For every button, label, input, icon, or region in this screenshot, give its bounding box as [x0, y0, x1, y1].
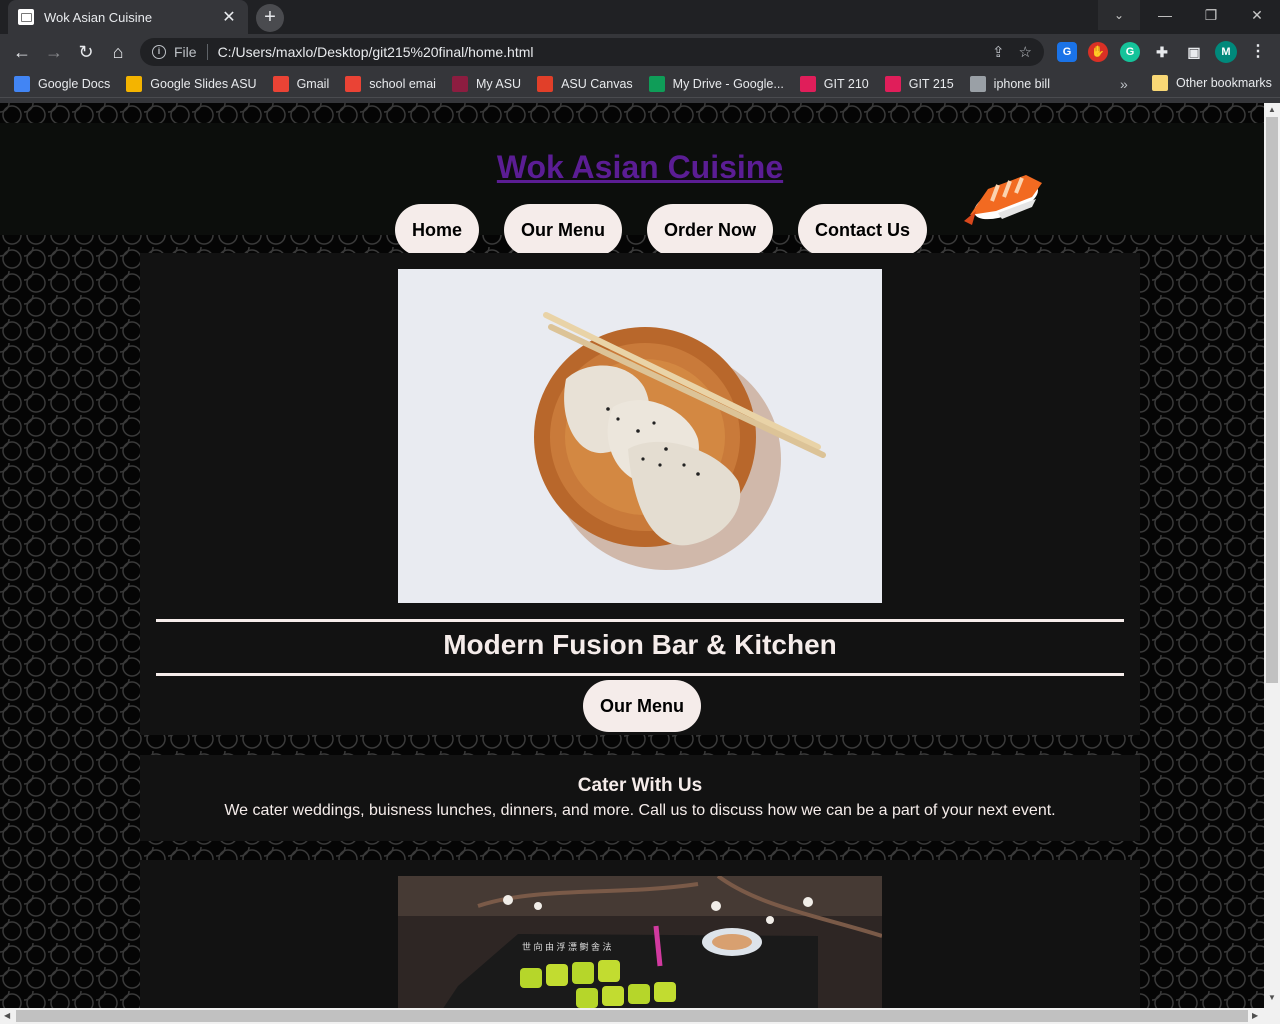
nav-contact-us-button[interactable]: Contact Us — [798, 204, 928, 256]
tab-strip: Wok Asian Cuisine ✕ + ⌄ — ❐ ✕ — [0, 0, 1280, 34]
main-nav: Home Our Menu Order Now Contact Us — [0, 204, 1264, 256]
bookmark-item[interactable]: My ASU — [451, 75, 522, 92]
google-docs-icon — [14, 75, 30, 92]
divider-bottom — [156, 673, 1124, 676]
bookmark-item[interactable]: GIT 215 — [884, 75, 954, 92]
bookmarks-bar: Google Docs Google Slides ASU Gmail school … — [0, 70, 1280, 98]
cater-description: We cater weddings, buisness lunches, din… — [224, 802, 1056, 819]
bookmark-item[interactable]: Gmail — [272, 75, 330, 92]
bookmark-label: school emai — [369, 76, 436, 91]
url-text[interactable]: C:/Users/maxlo/Desktop/git215%20final/ho… — [218, 44, 978, 60]
site-info-icon[interactable]: i — [152, 45, 166, 59]
scroll-up-arrow-icon[interactable]: ▲ — [1268, 105, 1276, 114]
divider-top — [156, 619, 1124, 622]
scroll-down-arrow-icon[interactable]: ▼ — [1268, 993, 1276, 1002]
vertical-scrollbar[interactable]: ▲ ▼ — [1264, 103, 1280, 1008]
address-divider — [206, 44, 208, 60]
asu-icon — [451, 75, 468, 92]
bookmark-item[interactable]: Google Docs — [14, 75, 111, 92]
sushi-logo-icon — [964, 175, 1042, 225]
close-tab-icon[interactable]: ✕ — [220, 7, 238, 27]
horizontal-scroll-thumb[interactable] — [16, 1010, 1248, 1022]
bookmark-label: Google Docs — [38, 76, 111, 91]
scroll-left-arrow-icon[interactable]: ◀ — [4, 1011, 10, 1020]
share-icon[interactable]: ⇪ — [992, 43, 1005, 61]
nav-home-button[interactable]: Home — [394, 204, 479, 256]
sushi-photo: 世 向 由 浮 漂 鲥 舍 法 — [398, 876, 882, 1008]
bookmark-label: iphone bill — [993, 76, 1050, 91]
google-drive-icon — [648, 75, 665, 92]
chrome-menu-icon[interactable]: ⋮ — [1248, 42, 1268, 62]
back-arrow-icon[interactable]: ← — [8, 38, 36, 66]
nav-our-menu-button[interactable]: Our Menu — [503, 204, 622, 256]
gmail-icon — [345, 75, 362, 92]
vertical-scroll-thumb[interactable] — [1266, 117, 1278, 683]
sushi-card: 世 向 由 浮 漂 鲥 舍 法 — [140, 860, 1140, 1008]
tab-search-chevron-icon[interactable]: ⌄ — [1098, 0, 1140, 30]
bookmark-label: GIT 210 — [823, 76, 869, 91]
address-bar[interactable]: i File C:/Users/maxlo/Desktop/git215%20f… — [140, 38, 1044, 66]
cater-card: Cater With Us We cater weddings, buisnes… — [140, 755, 1140, 841]
bookmark-label: My ASU — [475, 76, 522, 91]
page-viewport: Wok Asian Cuisine Home Our Menu Order No… — [0, 103, 1264, 1008]
scroll-right-arrow-icon[interactable]: ▶ — [1252, 1011, 1258, 1020]
horizontal-scrollbar[interactable]: ◀ ▶ — [0, 1008, 1280, 1024]
site-header: Wok Asian Cuisine Home Our Menu Order No… — [0, 123, 1264, 256]
grammarly-icon[interactable]: G — [1120, 42, 1140, 62]
extension-adblock-icon[interactable]: ✋ — [1088, 42, 1108, 62]
restore-icon[interactable]: ❐ — [1188, 0, 1234, 30]
home-icon[interactable]: ⌂ — [104, 38, 132, 66]
other-bookmarks-label: Other bookmarks — [1176, 76, 1272, 90]
site-title-link[interactable]: Wok Asian Cuisine — [0, 149, 1264, 186]
slack-icon — [799, 75, 816, 92]
bookmark-label: Google Slides ASU — [150, 76, 257, 91]
bookmark-label: ASU Canvas — [561, 76, 633, 91]
profile-avatar[interactable]: M — [1215, 41, 1237, 63]
extension-translate-icon[interactable]: G — [1057, 42, 1077, 62]
new-tab-button[interactable]: + — [256, 4, 284, 32]
bookmark-item[interactable]: iphone bill — [969, 75, 1050, 92]
our-menu-button[interactable]: Our Menu — [583, 680, 701, 732]
close-window-icon[interactable]: ✕ — [1234, 0, 1280, 30]
dumplings-photo — [398, 269, 882, 603]
cater-heading: Cater With Us — [577, 775, 703, 796]
browser-toolbar: ← → ↻ ⌂ i File C:/Users/maxlo/Desktop/gi… — [0, 34, 1280, 70]
forward-arrow-icon[interactable]: → — [40, 38, 68, 66]
google-slides-icon — [126, 75, 143, 92]
tagline-heading: Modern Fusion Bar & Kitchen — [443, 629, 837, 660]
bookmark-item[interactable]: My Drive - Google... — [648, 75, 784, 92]
bookmark-item[interactable]: Google Slides ASU — [126, 75, 257, 92]
folder-icon — [1152, 75, 1168, 91]
scheme-label: File — [174, 44, 197, 60]
bookmark-star-icon[interactable]: ☆ — [1019, 43, 1032, 61]
bookmark-label: My Drive - Google... — [672, 76, 784, 91]
page-favicon-icon — [18, 9, 34, 25]
extensions-puzzle-icon[interactable]: ✚ — [1152, 42, 1172, 62]
bookmarks-overflow-icon[interactable]: » — [1120, 76, 1128, 92]
svg-text:世 向 由 浮 漂 鲥 舍 法: 世 向 由 浮 漂 鲥 舍 法 — [522, 941, 612, 952]
slack-icon — [884, 75, 901, 92]
bookmark-label: Gmail — [296, 76, 330, 91]
side-panel-icon[interactable]: ▣ — [1184, 42, 1204, 62]
other-bookmarks-folder[interactable]: Other bookmarks — [1152, 75, 1272, 91]
bookmark-item[interactable]: GIT 210 — [799, 75, 869, 92]
canvas-icon — [537, 75, 554, 92]
reload-icon[interactable]: ↻ — [72, 38, 100, 66]
bookmark-item[interactable]: school emai — [345, 75, 436, 92]
bookmark-item[interactable]: ASU Canvas — [537, 75, 633, 92]
tab-title: Wok Asian Cuisine — [44, 9, 153, 25]
nav-order-now-button[interactable]: Order Now — [646, 204, 773, 256]
hero-card: Modern Fusion Bar & Kitchen Our Menu — [140, 253, 1140, 735]
globe-icon — [969, 75, 986, 92]
browser-tab[interactable]: Wok Asian Cuisine ✕ — [8, 0, 248, 34]
bookmark-label: GIT 215 — [908, 76, 954, 91]
minimize-icon[interactable]: — — [1142, 0, 1188, 30]
gmail-icon — [272, 75, 289, 92]
